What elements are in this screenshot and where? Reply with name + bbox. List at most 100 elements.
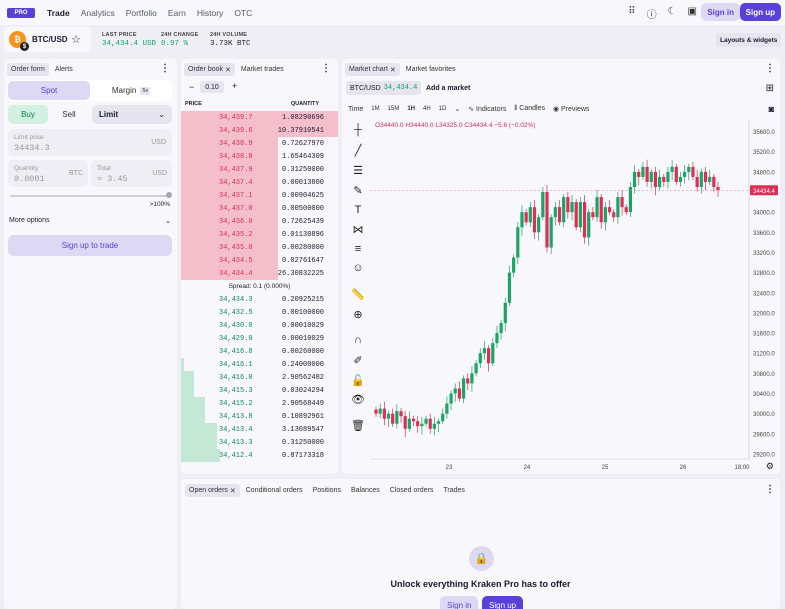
- bid-row[interactable]: 34,413.4 3.13089547: [181, 423, 338, 436]
- ask-row[interactable]: 34,437.0 0.00500000: [181, 202, 338, 215]
- signin-button[interactable]: Sign in: [701, 3, 740, 21]
- candles-button[interactable]: ⫴ Candles: [514, 105, 545, 113]
- sell-button[interactable]: Sell: [49, 105, 89, 124]
- interval-1m[interactable]: 1M: [371, 106, 379, 112]
- ask-row[interactable]: 34,437.9 0.31250000: [181, 163, 338, 176]
- more-menu-icon[interactable]: ⋮: [321, 63, 331, 74]
- tab-balances[interactable]: Balances: [347, 484, 384, 497]
- layouts-widgets-button[interactable]: Layouts & widgets: [716, 33, 782, 47]
- amount-slider-track[interactable]: [10, 195, 170, 197]
- nav-analytics[interactable]: Analytics: [81, 8, 115, 18]
- tick-size[interactable]: 0.10: [200, 81, 224, 93]
- tab-trades[interactable]: Trades: [439, 484, 469, 497]
- bid-row[interactable]: 34,434.3 0.20925215: [181, 293, 338, 306]
- ask-row[interactable]: 34,434.4 26.30832225: [181, 267, 338, 280]
- bid-row[interactable]: 34,415.3 0.03024294: [181, 384, 338, 397]
- camera-icon[interactable]: ◙: [769, 104, 774, 114]
- nav-otc[interactable]: OTC: [234, 8, 252, 18]
- bottom-signup-button[interactable]: Sign up: [482, 596, 524, 609]
- add-market-button[interactable]: Add a market: [422, 81, 474, 95]
- eye-icon[interactable]: 👁: [351, 392, 365, 406]
- grid-icon[interactable]: ⠿: [628, 6, 635, 21]
- signup-to-trade-button[interactable]: Sign up to trade: [8, 235, 172, 256]
- plus-icon[interactable]: +: [232, 81, 237, 91]
- kraken-logo[interactable]: PRO: [7, 7, 35, 18]
- indicators-button[interactable]: ∿ Indicators: [468, 105, 506, 113]
- spot-button[interactable]: Spot: [8, 81, 90, 100]
- tab-order-book[interactable]: Order book ✕: [184, 63, 235, 76]
- price-chart[interactable]: 35600.035200.034800.034400.034000.033600…: [370, 119, 778, 474]
- fib-icon[interactable]: ≡: [351, 242, 365, 256]
- signup-button[interactable]: Sign up: [739, 3, 781, 21]
- pattern-icon[interactable]: ⋈: [351, 222, 365, 236]
- bid-row[interactable]: 34,416.8 0.00260000: [181, 345, 338, 358]
- text-icon[interactable]: T: [351, 203, 365, 217]
- quantity-field[interactable]: Quantity 0.0001 BTC: [8, 160, 88, 187]
- more-options-toggle[interactable]: More options ⌄: [9, 217, 171, 225]
- tab-open-orders[interactable]: Open orders ✕: [185, 484, 240, 497]
- zoom-icon[interactable]: ⊕: [351, 307, 365, 321]
- bid-row[interactable]: 34,415.2 2.90568449: [181, 397, 338, 410]
- settings-gear-icon[interactable]: ⚙: [766, 461, 774, 472]
- nav-history[interactable]: History: [197, 8, 223, 18]
- layout-grid-icon[interactable]: ⊞: [766, 83, 774, 94]
- brush-icon[interactable]: ✎: [351, 183, 365, 197]
- interval-4h[interactable]: 4H: [423, 106, 431, 112]
- more-menu-icon[interactable]: ⋮: [765, 63, 775, 74]
- ruler-icon[interactable]: 📏: [351, 287, 365, 301]
- close-icon[interactable]: ✕: [225, 66, 231, 74]
- nav-portfolio[interactable]: Portfolio: [126, 8, 157, 18]
- ask-row[interactable]: 34,436.0 0.72625439: [181, 215, 338, 228]
- emoji-icon[interactable]: ☺: [351, 261, 365, 275]
- bottom-signin-button[interactable]: Sign in: [440, 596, 479, 609]
- close-icon[interactable]: ✕: [230, 487, 236, 495]
- bid-row[interactable]: 34,429.0 0.00010029: [181, 332, 338, 345]
- bid-row[interactable]: 34,416.0 2.90562482: [181, 371, 338, 384]
- bid-row[interactable]: 34,413.3 0.31250000: [181, 436, 338, 449]
- ask-row[interactable]: 34,434.5 0.02761647: [181, 254, 338, 267]
- bid-row[interactable]: 34,412.4 0.87173318: [181, 449, 338, 462]
- ask-row[interactable]: 34,435.0 0.00280000: [181, 241, 338, 254]
- tab-market-trades[interactable]: Market trades: [237, 63, 288, 76]
- tab-alerts[interactable]: Alerts: [51, 63, 77, 76]
- ask-row[interactable]: 34,438.8 1.65464309: [181, 150, 338, 163]
- more-menu-icon[interactable]: ⋮: [765, 484, 775, 495]
- tab-market-favorites[interactable]: Market favorites: [402, 63, 460, 76]
- bid-row[interactable]: 34,432.5 0.00100000: [181, 306, 338, 319]
- interval-1h[interactable]: 1H: [407, 106, 415, 112]
- previews-button[interactable]: ◉ Previews: [553, 105, 589, 113]
- nav-trade[interactable]: Trade: [47, 8, 70, 18]
- interval-15m[interactable]: 15M: [388, 106, 400, 112]
- bid-row[interactable]: 34,430.0 0.00010029: [181, 319, 338, 332]
- margin-button[interactable]: Margin 5x: [91, 81, 171, 100]
- total-field[interactable]: Total ≈ 3.45 USD: [91, 160, 172, 187]
- lock-icon[interactable]: 🔓: [351, 373, 365, 387]
- tab-market-chart[interactable]: Market chart ✕: [345, 63, 400, 76]
- ask-row[interactable]: 34,435.2 0.01130896: [181, 228, 338, 241]
- star-favorite-icon[interactable]: ☆: [71, 33, 81, 46]
- lock-drawing-icon[interactable]: ✐: [351, 353, 365, 367]
- amount-slider-handle[interactable]: [166, 192, 172, 198]
- interval-1d[interactable]: 1D: [439, 106, 447, 112]
- chevron-down-icon[interactable]: ⌄: [454, 105, 460, 113]
- ask-row[interactable]: 34,437.1 0.00904625: [181, 189, 338, 202]
- gift-icon[interactable]: ▣: [688, 6, 697, 21]
- tab-closed-orders[interactable]: Closed orders: [386, 484, 438, 497]
- ask-row[interactable]: 34,438.9 0.72627970: [181, 137, 338, 150]
- tab-conditional-orders[interactable]: Conditional orders: [242, 484, 307, 497]
- ask-row[interactable]: 34,437.4 0.00013800: [181, 176, 338, 189]
- bid-row[interactable]: 34,413.8 0.10892961: [181, 410, 338, 423]
- ask-row[interactable]: 34,439.6 10.37910541: [181, 124, 338, 137]
- ask-row[interactable]: 34,439.7 1.08290696: [181, 111, 338, 124]
- crosshair-icon[interactable]: ┼: [351, 123, 365, 137]
- trendline-icon[interactable]: ╱: [351, 143, 365, 157]
- close-icon[interactable]: ✕: [390, 66, 396, 74]
- trash-icon[interactable]: 🗑: [351, 418, 365, 432]
- buy-button[interactable]: Buy: [8, 105, 48, 124]
- nav-earn[interactable]: Earn: [168, 8, 186, 18]
- chart-pair-chip[interactable]: BTC/USD 34,434.4: [346, 81, 422, 95]
- more-menu-icon[interactable]: ⋮: [160, 63, 170, 74]
- theme-moon-icon[interactable]: ☾: [668, 6, 677, 21]
- limit-price-field[interactable]: Limit price 34434.3 USD: [8, 129, 172, 156]
- magnet-icon[interactable]: ∩: [351, 333, 365, 347]
